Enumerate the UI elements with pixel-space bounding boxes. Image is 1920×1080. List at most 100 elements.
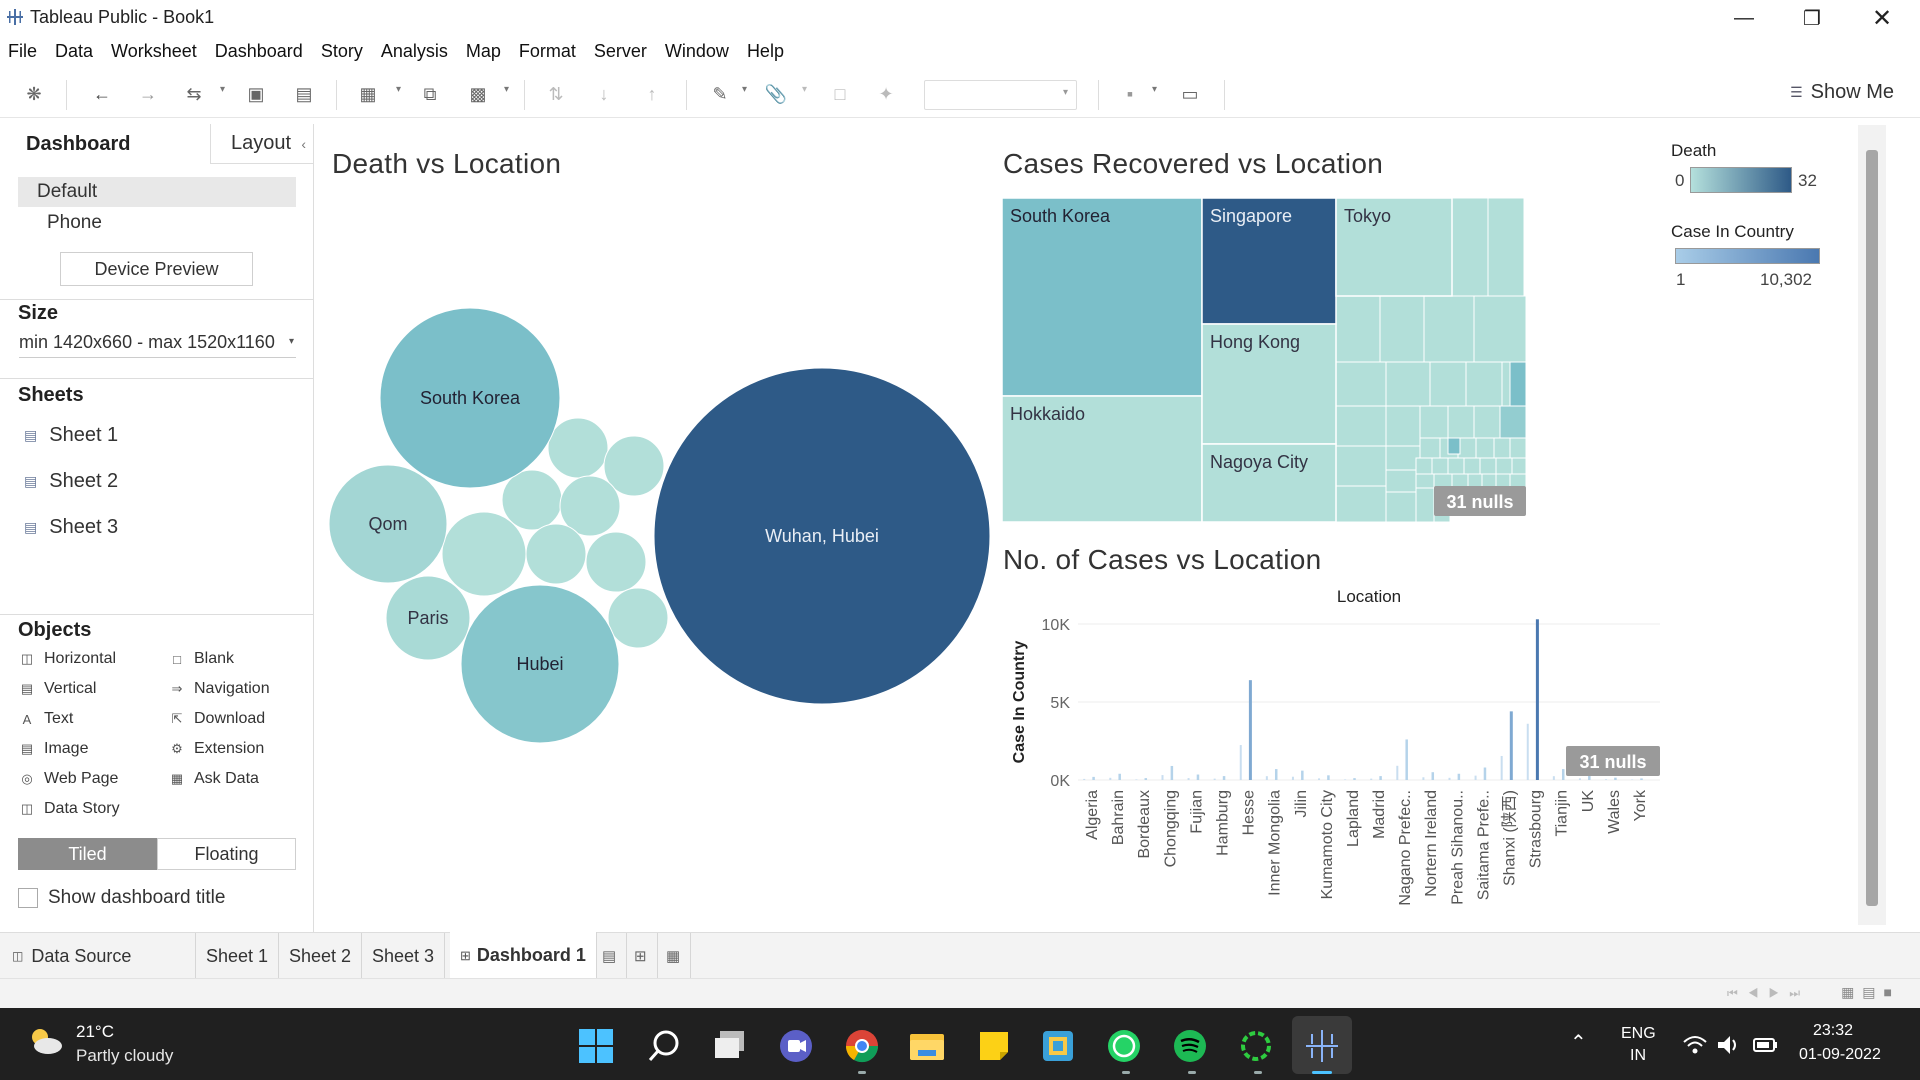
show-me-cards-icon[interactable]: ▪ [1118,82,1142,106]
bar-mark[interactable] [1431,772,1435,780]
bar-chart[interactable]: Location Case In Country 10K 5K 0K Algeria Bah… [1000,580,1680,920]
treemap-cell[interactable] [1509,473,1527,489]
treemap-cell[interactable] [1419,437,1441,459]
sheet-navigation-icons[interactable]: ⏮◀▶⏭ [1727,986,1810,1001]
bubble-chart[interactable]: Wuhan, Hubei South Korea Hubei Qom Paris [320,290,1000,750]
replace-data-icon[interactable]: ⇆ [182,82,206,106]
object-ask-data[interactable]: ▦ Ask Data [170,770,259,788]
show-me-button[interactable]: ☰ Show Me [1790,81,1894,104]
treemap-cell[interactable] [1509,437,1527,459]
undo-icon[interactable]: ← [90,82,114,106]
replace-data-caret-icon[interactable]: ▾ [220,84,225,95]
bar-mark[interactable] [1291,776,1294,780]
sheet-item-1[interactable]: ▤ Sheet 1 [24,424,118,447]
bar-mark[interactable] [1500,755,1503,780]
vertical-scrollbar-thumb[interactable] [1866,150,1878,906]
new-data-source-icon[interactable]: ▤ [292,82,316,106]
treemap-cell[interactable] [1335,295,1381,363]
battery-icon[interactable] [1752,1034,1780,1056]
search-icon[interactable] [646,1028,682,1064]
whatsapp-icon[interactable] [1106,1028,1142,1064]
bar-mark[interactable] [1526,723,1529,780]
object-data-story[interactable]: ◫ Data Story [20,800,120,818]
bar-mark[interactable] [1552,776,1555,780]
new-worksheet-tab-icon[interactable]: ▤ [592,933,628,979]
treemap-cell[interactable] [1457,437,1477,459]
bar-mark[interactable] [1092,776,1095,780]
bar-mark[interactable] [1396,765,1399,780]
treemap-cell[interactable] [1473,295,1527,363]
bubble-mark[interactable] [607,587,669,649]
object-navigation[interactable]: ⇒ Navigation [170,680,270,698]
wifi-icon[interactable] [1682,1034,1708,1056]
bubble-mark[interactable] [441,511,527,597]
language-indicator[interactable]: ENG [1621,1025,1656,1043]
menu-map[interactable]: Map [466,41,501,62]
task-view-icon[interactable] [712,1028,748,1064]
weather-temperature[interactable]: 21°C [76,1022,114,1042]
treemap-cell[interactable] [1475,437,1495,459]
bar-mark[interactable] [1344,779,1347,780]
bar-mark[interactable] [1379,776,1382,780]
treemap-cell[interactable] [1431,457,1449,475]
treemap-cell[interactable] [1385,491,1417,522]
treemap-cell[interactable] [1451,198,1489,297]
save-icon[interactable]: ▣ [244,82,268,106]
treemap-cell[interactable] [1447,457,1465,475]
bar-mark[interactable] [1474,775,1477,780]
treemap-cell[interactable] [1335,485,1387,522]
bar-mark[interactable] [1222,776,1226,780]
treemap-cell[interactable] [1451,473,1469,489]
highlight-caret-icon[interactable]: ▾ [742,84,747,95]
teams-chat-icon[interactable] [778,1028,814,1064]
bar-mark[interactable] [1118,773,1121,780]
bubble-mark[interactable] [501,469,563,531]
tab-sheet-1[interactable]: Sheet 1 [196,933,280,979]
object-vertical[interactable]: ▤ Vertical [20,680,97,698]
bar-mark[interactable] [1248,680,1252,780]
bar-mark[interactable] [1448,777,1451,780]
treemap-cell[interactable] [1385,445,1421,471]
treemap-cell[interactable] [1385,469,1417,493]
treemap-cell[interactable] [1479,457,1497,475]
restore-icon[interactable]: ❐ [1786,4,1838,32]
bar-mark[interactable] [1239,745,1242,780]
bubble-mark[interactable] [547,417,609,479]
treemap-cell[interactable] [1481,473,1497,489]
bar-mark[interactable] [1631,779,1634,780]
new-worksheet-caret-icon[interactable]: ▾ [396,84,401,95]
object-image[interactable]: ▤ Image [20,740,89,758]
sort-descending-icon[interactable]: ↑ [640,82,664,106]
treemap-cell[interactable] [1385,361,1431,407]
bar-mark[interactable] [1640,778,1643,780]
new-worksheet-icon[interactable]: ▦ [356,82,380,106]
volume-icon[interactable] [1716,1034,1742,1056]
treemap-cell[interactable] [1447,437,1461,455]
bar-mark[interactable] [1578,778,1581,780]
treemap-cell[interactable] [1495,457,1513,475]
tableau-home-icon[interactable]: ❋ [22,82,46,106]
treemap-cell[interactable] [1379,295,1425,363]
tab-dashboard-1[interactable]: ⊞ Dashboard 1 [450,932,597,979]
device-default[interactable]: Default [37,181,97,203]
treemap-cell[interactable] [1473,405,1501,439]
sticky-notes-icon[interactable] [976,1028,1012,1064]
menu-data[interactable]: Data [55,41,93,62]
highlight-icon[interactable]: ✎ [708,82,732,106]
treemap-cell[interactable] [1415,457,1433,475]
weather-description[interactable]: Partly cloudy [76,1046,173,1066]
bar-mark[interactable] [1535,619,1539,780]
file-explorer-icon[interactable] [908,1028,946,1064]
bar-mark[interactable] [1265,776,1268,780]
menu-worksheet[interactable]: Worksheet [111,41,197,62]
treemap-cell[interactable] [1467,473,1483,489]
tab-dashboard[interactable]: Dashboard [0,124,210,164]
bar-mark[interactable] [1213,778,1216,780]
tab-data-source[interactable]: ◫ Data Source [0,933,196,979]
tiled-toggle[interactable]: Tiled [18,838,157,870]
bar-mark[interactable] [1588,775,1591,780]
new-story-tab-icon[interactable]: ▦ [656,933,692,979]
chevron-up-icon[interactable]: ⌃ [1570,1030,1587,1055]
treemap-cell[interactable] [1335,361,1387,407]
menu-help[interactable]: Help [747,41,784,62]
